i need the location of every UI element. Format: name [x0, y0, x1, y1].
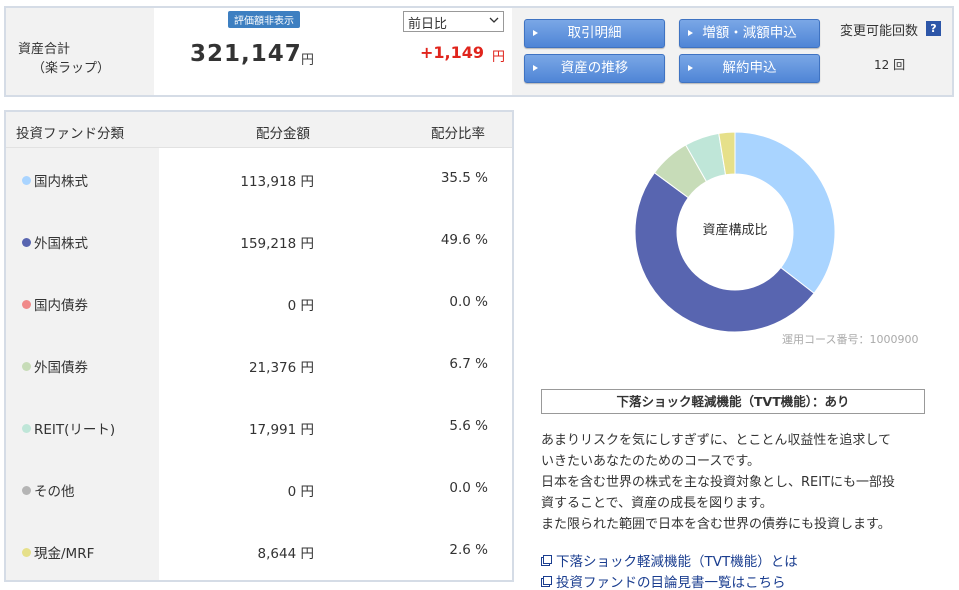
chart-center-title: 資産構成比 — [702, 222, 767, 238]
header-category: 投資ファンド分類 — [16, 126, 124, 142]
legend-dot — [22, 423, 31, 433]
table-row: その他 0 円 0.0 % — [6, 458, 512, 520]
triangle-right-icon — [688, 65, 693, 71]
asset-summary-bar: 資産合計 （楽ラップ） 評価額非表示 321,147 円 前日比 +1,149 … — [4, 6, 954, 97]
row-category: REIT(リート) — [34, 422, 116, 438]
legend-dot — [22, 361, 31, 371]
legend-dot — [22, 237, 31, 247]
row-amount: 17,991 円 — [248, 422, 314, 438]
transaction-details-label: 取引明細 — [567, 25, 622, 41]
triangle-right-icon — [533, 65, 538, 71]
row-category: 外国債券 — [34, 360, 88, 376]
external-window-icon — [541, 575, 552, 587]
row-amount: 159,218 円 — [240, 236, 314, 252]
transaction-details-button[interactable]: 取引明細 — [524, 19, 665, 48]
row-amount: 0 円 — [287, 484, 314, 500]
course-description: あまりリスクを気にしすぎずに、とことん収益性を追求して いきたいあなたのためのコ… — [541, 430, 941, 535]
table-row: 外国債券 21,376 円 6.7 % — [6, 334, 512, 396]
row-ratio: 35.5 % — [440, 170, 488, 186]
compare-period-value: 前日比 — [408, 17, 448, 32]
description-line: 資することで、資産の成長を図ります。 — [541, 496, 773, 511]
asset-history-label: 資産の推移 — [560, 60, 629, 76]
row-amount: 8,644 円 — [257, 546, 314, 562]
row-ratio: 0.0 % — [449, 294, 488, 310]
row-category: 国内債券 — [34, 298, 88, 314]
donut-chart-svg: 資産構成比 — [634, 131, 836, 333]
prospectus-link-text: 投資ファンドの目論見書一覧はこちら — [556, 575, 786, 590]
external-window-icon — [541, 554, 552, 566]
asset-total-sublabel: （楽ラップ） — [32, 61, 111, 76]
increase-decrease-label: 増額・減額申込 — [702, 25, 797, 41]
description-line: 日本を含む世界の株式を主な投資対象とし、REITにも一部投 — [541, 475, 896, 490]
cancel-contract-label: 解約申込 — [722, 60, 777, 76]
tvt-info-link[interactable]: 下落ショック軽減機能（TVT機能）とは — [541, 550, 798, 570]
donut-slice-0 — [734, 131, 836, 294]
total-amount-unit: 円 — [301, 53, 315, 68]
header-ratio: 配分比率 — [431, 126, 485, 142]
row-ratio: 2.6 % — [449, 542, 488, 558]
row-amount: 0 円 — [287, 298, 314, 314]
legend-dot — [22, 299, 31, 309]
tvt-status-box: 下落ショック軽減機能（TVT機能）：あり — [541, 389, 925, 414]
compare-period-select[interactable]: 前日比 — [403, 11, 504, 32]
row-ratio: 6.7 % — [449, 356, 488, 372]
table-header: 投資ファンド分類 配分金額 配分比率 — [6, 112, 512, 148]
legend-dot — [22, 485, 31, 495]
diff-amount-unit: 円 — [492, 50, 506, 65]
table-row: REIT(リート) 17,991 円 5.6 % — [6, 396, 512, 458]
header-amount: 配分金額 — [256, 126, 310, 142]
help-icon[interactable]: ? — [926, 21, 941, 36]
tvt-info-link-text: 下落ショック軽減機能（TVT機能）とは — [556, 554, 798, 570]
asset-history-button[interactable]: 資産の推移 — [524, 54, 665, 83]
hide-valuation-badge[interactable]: 評価額非表示 — [228, 11, 300, 28]
table-row: 国内債券 0 円 0.0 % — [6, 272, 512, 334]
change-count-title: 変更可能回数 — [840, 24, 919, 39]
row-category: その他 — [34, 484, 75, 500]
triangle-right-icon — [533, 30, 538, 36]
row-category: 外国株式 — [34, 236, 88, 252]
row-ratio: 49.6 % — [440, 232, 488, 248]
course-number: 運用コース番号：1000900 — [782, 333, 919, 346]
allocation-table: 投資ファンド分類 配分金額 配分比率 国内株式 113,918 円 35.5 %… — [4, 110, 514, 582]
row-category: 現金/MRF — [34, 546, 95, 562]
legend-dot — [22, 175, 31, 185]
row-ratio: 0.0 % — [449, 480, 488, 496]
total-amount: 321,147 — [190, 41, 302, 67]
description-line: また限られた範囲で日本を含む世界の債券にも投資します。 — [541, 517, 891, 532]
asset-composition-chart: 資産構成比 — [625, 122, 845, 342]
asset-total-label: 資産合計 — [18, 42, 71, 57]
table-row: 国内株式 113,918 円 35.5 % — [6, 148, 512, 210]
table-row: 現金/MRF 8,644 円 2.6 % — [6, 520, 512, 582]
legend-dot — [22, 547, 31, 557]
chevron-down-icon — [489, 17, 499, 23]
row-ratio: 5.6 % — [449, 418, 488, 434]
table-row: 外国株式 159,218 円 49.6 % — [6, 210, 512, 272]
description-line: あまりリスクを気にしすぎずに、とことん収益性を追求して — [541, 433, 891, 448]
change-count-value: 12 回 — [874, 58, 906, 72]
triangle-right-icon — [688, 30, 693, 36]
cancel-contract-button[interactable]: 解約申込 — [679, 54, 820, 83]
prospectus-link[interactable]: 投資ファンドの目論見書一覧はこちら — [541, 571, 786, 590]
diff-amount: +1,149 — [420, 43, 485, 62]
row-amount: 21,376 円 — [248, 360, 314, 376]
increase-decrease-button[interactable]: 増額・減額申込 — [679, 19, 820, 48]
description-line: いきたいあなたのためのコースです。 — [541, 454, 761, 469]
row-category: 国内株式 — [34, 174, 88, 190]
asset-total-label-cell: 資産合計 （楽ラップ） — [6, 8, 154, 95]
row-amount: 113,918 円 — [240, 174, 314, 190]
